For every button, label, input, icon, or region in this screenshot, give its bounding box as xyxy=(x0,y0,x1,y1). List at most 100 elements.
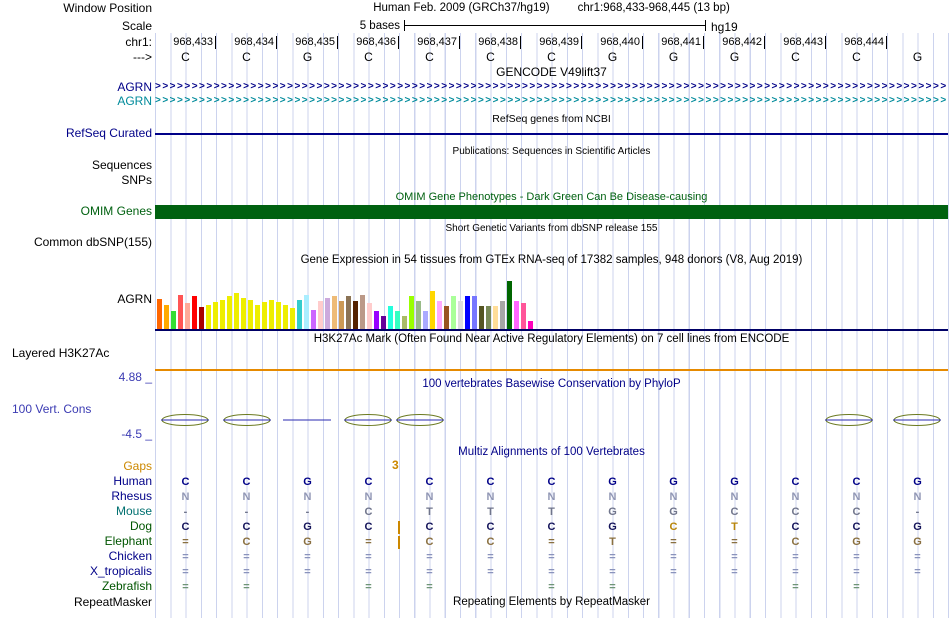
ruler-tick[interactable]: 968,444 xyxy=(826,36,887,49)
alignment-base: = xyxy=(548,536,555,548)
track-title-refseq: RefSeq genes from NCBI xyxy=(492,113,611,125)
alignment-base: C xyxy=(547,476,556,488)
alignment-base: = xyxy=(731,566,738,578)
multiz-label-rhesus[interactable]: Rhesus xyxy=(0,490,152,503)
alignment-base: C xyxy=(730,506,739,518)
gtex-bar xyxy=(423,311,428,329)
base-letter: G xyxy=(668,50,679,64)
position-ruler[interactable]: 968,433 968,434 968,435 968,436 968,437 968,4… xyxy=(155,36,887,49)
alignment-base: G xyxy=(913,476,922,488)
ruler-tick[interactable]: 968,441 xyxy=(643,36,704,49)
ruler-tick[interactable]: 968,436 xyxy=(338,36,399,49)
gtex-expression-chart[interactable] xyxy=(155,270,948,329)
alignment-insert-tick xyxy=(398,521,400,534)
gene-label-agrn-gencode-1[interactable]: AGRN xyxy=(0,81,152,94)
gencode-transcript-agrn-1[interactable]: >>>>>>>>>>>>>>>>>>>>>>>>>>>>>>>>>>>>>>>>… xyxy=(155,81,948,93)
ruler-tick[interactable]: 968,443 xyxy=(765,36,826,49)
window-position-label: Window Position xyxy=(63,1,152,15)
ruler-tick[interactable]: 968,433 xyxy=(155,36,216,49)
alignment-base: C xyxy=(791,536,800,548)
refseq-curated-line[interactable] xyxy=(155,133,948,135)
gtex-bar xyxy=(437,301,442,329)
alignment-base: C xyxy=(181,476,190,488)
alignment-row-rhesus: NNNNNNNNNNNNN xyxy=(155,490,948,505)
phylop-max-value: 4.88 _ xyxy=(118,370,152,384)
track-label-omim-genes[interactable]: OMIM Genes xyxy=(0,205,152,218)
gtex-bar xyxy=(199,307,204,329)
alignment-base: = xyxy=(914,551,921,563)
gtex-bar xyxy=(283,305,288,329)
ruler-tick[interactable]: 968,434 xyxy=(216,36,277,49)
alignment-base xyxy=(399,460,460,475)
multiz-label-x-tropicalis[interactable]: X_tropicalis xyxy=(0,565,152,578)
header-position-line: Human Feb. 2009 (GRCh37/hg19) chr1:968,4… xyxy=(155,2,948,14)
ruler-tick[interactable]: 968,438 xyxy=(460,36,521,49)
phylop-conservation-plot[interactable] xyxy=(155,408,948,432)
alignment-base: = xyxy=(182,551,189,563)
alignment-base: = xyxy=(304,566,311,578)
track-label-repeatmasker[interactable]: RepeatMasker xyxy=(0,596,152,609)
base-letter: G xyxy=(912,50,923,64)
alignment-base: = xyxy=(365,581,372,593)
multiz-label-chicken[interactable]: Chicken xyxy=(0,550,152,563)
gtex-bar xyxy=(416,301,421,329)
track-label-sequences[interactable]: Sequences xyxy=(0,159,152,172)
alignment-base: = xyxy=(365,536,372,548)
multiz-label-elephant[interactable]: Elephant xyxy=(0,535,152,548)
alignment-base: C xyxy=(242,476,251,488)
alignment-base: = xyxy=(792,551,799,563)
alignment-base xyxy=(887,580,948,595)
gene-label-agrn-gencode-2[interactable]: AGRN xyxy=(0,95,152,108)
gencode-transcript-agrn-2[interactable]: >>>>>>>>>>>>>>>>>>>>>>>>>>>>>>>>>>>>>>>>… xyxy=(155,95,948,107)
gtex-bar xyxy=(164,305,169,329)
alignment-base: = xyxy=(304,551,311,563)
alignment-base: N xyxy=(364,491,373,503)
gtex-bar xyxy=(248,300,253,329)
ruler-tick[interactable]: 968,435 xyxy=(277,36,338,49)
gtex-bar xyxy=(374,311,379,329)
genome-browser-image: Human Feb. 2009 (GRCh37/hg19) chr1:968,4… xyxy=(0,0,950,640)
alignment-base: = xyxy=(609,551,616,563)
ruler-tick[interactable]: 968,439 xyxy=(521,36,582,49)
multiz-label-dog[interactable]: Dog xyxy=(0,520,152,533)
gtex-bar xyxy=(269,300,274,329)
gtex-bar xyxy=(171,311,176,329)
ruler-tick[interactable]: 968,440 xyxy=(582,36,643,49)
track-label-gtex-gene[interactable]: AGRN xyxy=(0,293,152,306)
base-letter: C xyxy=(364,50,373,64)
base-letter: C xyxy=(852,50,861,64)
ruler-tick[interactable]: 968,442 xyxy=(704,36,765,49)
track-label-refseq-curated[interactable]: RefSeq Curated xyxy=(0,127,152,140)
alignment-base: = xyxy=(426,566,433,578)
alignment-base: = xyxy=(487,551,494,563)
gtex-bar xyxy=(276,302,281,329)
alignment-base: C xyxy=(364,521,373,533)
alignment-base: C xyxy=(486,536,495,548)
omim-gene-bar[interactable] xyxy=(155,205,948,219)
multiz-label-zebrafish[interactable]: Zebrafish xyxy=(0,580,152,593)
gtex-bar xyxy=(395,311,400,329)
multiz-label-mouse[interactable]: Mouse xyxy=(0,505,152,518)
track-label-100-vert-cons[interactable]: 100 Vert. Cons xyxy=(12,403,91,416)
track-label-common-dbsnp[interactable]: Common dbSNP(155) xyxy=(0,236,152,249)
alignment-base: N xyxy=(669,491,678,503)
gtex-bar xyxy=(444,306,449,329)
track-label-snps[interactable]: SNPs xyxy=(0,174,152,187)
gtex-bar xyxy=(507,281,512,329)
base-letter: C xyxy=(181,50,190,64)
alignment-base: C xyxy=(852,506,861,518)
base-letter: C xyxy=(486,50,495,64)
alignment-base xyxy=(643,460,704,475)
ruler-tick[interactable]: 968,437 xyxy=(399,36,460,49)
track-title-dbsnp: Short Genetic Variants from dbSNP releas… xyxy=(445,223,658,234)
multiz-label-gaps[interactable]: Gaps xyxy=(0,460,152,473)
gtex-bar xyxy=(409,296,414,329)
h3k27ac-signal-line[interactable] xyxy=(155,369,948,371)
track-label-layered-h3k27ac[interactable]: Layered H3K27Ac xyxy=(12,347,109,360)
multiz-label-human[interactable]: Human xyxy=(0,475,152,488)
gtex-bar xyxy=(367,303,372,329)
gtex-baseline xyxy=(155,329,948,331)
alignment-base: C xyxy=(547,521,556,533)
alignment-base: N xyxy=(425,491,434,503)
alignment-base: G xyxy=(669,506,678,518)
